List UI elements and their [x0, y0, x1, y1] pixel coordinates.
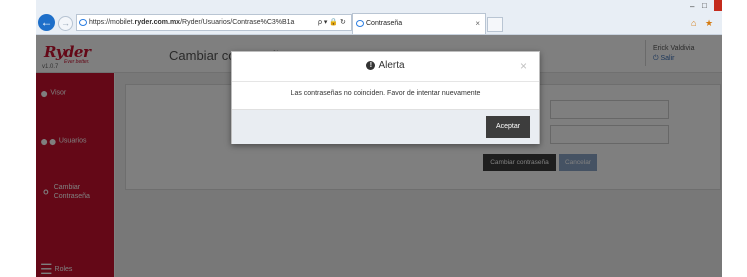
tab-ie-icon — [356, 20, 364, 27]
accept-button[interactable]: Aceptar — [486, 116, 530, 138]
modal-title: Alerta — [378, 60, 405, 71]
tab-close-icon[interactable]: × — [475, 14, 480, 33]
address-text: https://mobilet.ryder.com.mx/Ryder/Usuar… — [89, 19, 295, 26]
modal-header: ! Alerta × — [232, 52, 539, 82]
exclamation-icon: ! — [366, 61, 376, 70]
alert-modal: ! Alerta × Las contraseñas no coinciden. … — [231, 51, 540, 144]
favorites-star-icon[interactable]: ★ — [705, 18, 713, 29]
back-arrow-icon[interactable]: ← — [38, 14, 55, 31]
address-tools[interactable]: ρ ▾ 🔒 ↻ — [318, 14, 346, 31]
modal-footer: Aceptar — [232, 109, 539, 144]
maximize-icon[interactable]: □ — [702, 1, 707, 10]
modal-message: Las contraseñas no coinciden. Favor de i… — [290, 90, 481, 97]
minimize-icon[interactable]: – — [690, 2, 694, 11]
browser-tab[interactable]: Contraseña × — [352, 13, 486, 34]
new-tab-button[interactable] — [487, 17, 503, 32]
modal-title-row: ! Alerta — [232, 60, 539, 71]
home-icon[interactable]: ⌂ — [691, 18, 696, 28]
address-bar[interactable]: https://mobilet.ryder.com.mx/Ryder/Usuar… — [76, 14, 352, 31]
close-window-button[interactable] — [714, 0, 722, 11]
tab-title: Contraseña — [366, 20, 403, 27]
browser-toolbar: ← → https://mobilet.ryder.com.mx/Ryder/U… — [36, 0, 722, 35]
address-host: ryder.com.mx — [134, 19, 181, 26]
ie-logo-icon — [79, 19, 87, 26]
modal-body: Las contraseñas no coinciden. Favor de i… — [232, 82, 539, 108]
close-icon[interactable]: × — [520, 59, 527, 73]
forward-arrow-icon[interactable]: → — [58, 16, 73, 31]
browser-window: ← → https://mobilet.ryder.com.mx/Ryder/U… — [36, 0, 722, 277]
